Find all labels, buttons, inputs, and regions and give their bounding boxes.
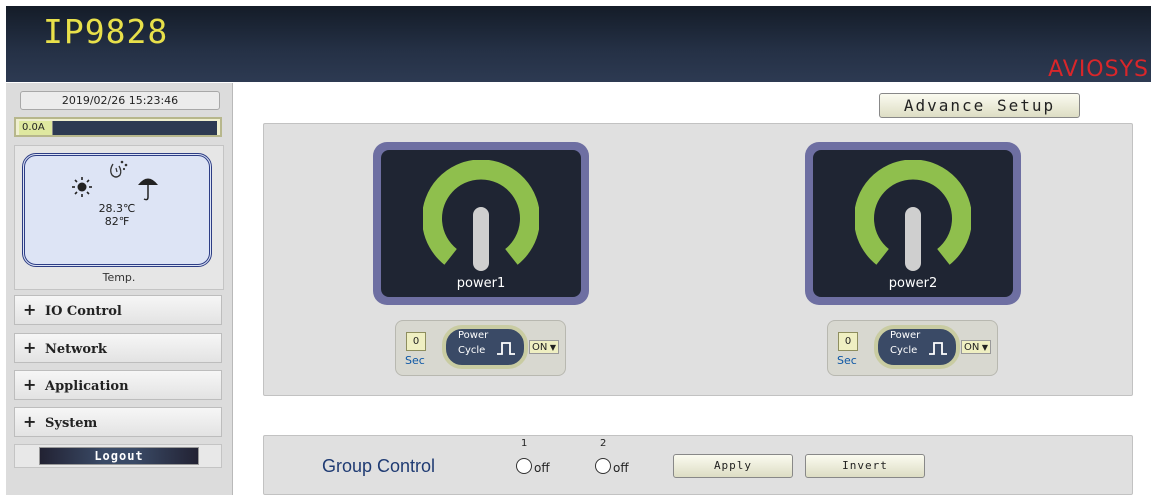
power1-cycle-button[interactable]: Power Cycle [442, 325, 528, 369]
pulse-icon [497, 342, 515, 355]
power2-toggle[interactable]: power2 [805, 142, 1021, 305]
apply-button[interactable]: Apply [673, 454, 793, 478]
group-control-panel: Group Control 1 off 2 off Apply Invert [263, 435, 1133, 495]
menu-system[interactable]: + System [14, 407, 222, 437]
seconds-label: Sec [405, 354, 425, 367]
menu-application[interactable]: + Application [14, 370, 222, 400]
power2-mode-select[interactable]: ON ▼ [961, 340, 991, 354]
power1-display: power1 [381, 150, 581, 297]
menu-label: IO Control [45, 304, 122, 319]
datetime-display: 2019/02/26 15:23:46 [20, 91, 220, 110]
cycle-label-line2: Cycle [458, 345, 486, 356]
menu-network[interactable]: + Network [14, 333, 222, 363]
logout-button[interactable]: Logout [39, 447, 199, 465]
power2-label: power2 [888, 276, 938, 291]
power-outlets-panel: power1 power2 0 Sec Power Cycle ON ▼ 0 Se… [263, 123, 1133, 396]
logout-area: Logout [14, 444, 222, 468]
vendor-logo: AVIOSYS [1048, 57, 1149, 82]
menu-io-control[interactable]: + IO Control [14, 295, 222, 325]
temperature-screen: 28.3℃ 82℉ [22, 153, 212, 267]
power2-seconds-input[interactable]: 0 [838, 332, 858, 351]
power1-cycle-controls: 0 Sec Power Cycle ON ▼ [395, 320, 566, 376]
group-item-1-radio[interactable] [516, 458, 532, 474]
invert-button[interactable]: Invert [805, 454, 925, 478]
expand-icon: + [23, 338, 37, 357]
power1-toggle[interactable]: power1 [373, 142, 589, 305]
mode-value: ON [964, 342, 980, 353]
dropdown-arrow-icon: ▼ [549, 343, 556, 352]
temperature-panel: 28.3℃ 82℉ Temp. [14, 145, 224, 290]
dropdown-arrow-icon: ▼ [981, 343, 988, 352]
menu-label: System [45, 416, 98, 431]
cycle-label-line1: Power [890, 330, 921, 341]
seconds-label: Sec [837, 354, 857, 367]
group-control-title: Group Control [322, 456, 436, 476]
temperature-celsius: 28.3℃ [98, 202, 136, 215]
humidity-icon [110, 160, 128, 178]
mode-value: ON [532, 342, 548, 353]
power1-mode-select[interactable]: ON ▼ [529, 340, 559, 354]
group-item-number: 1 [521, 438, 528, 449]
menu-label: Application [45, 379, 129, 394]
sun-icon [72, 177, 92, 197]
cycle-label-line2: Cycle [890, 345, 918, 356]
power2-cycle-button[interactable]: Power Cycle [874, 325, 960, 369]
expand-icon: + [23, 375, 37, 394]
current-value: 0.0A [22, 122, 45, 133]
expand-icon: + [23, 412, 37, 431]
group-item-2-radio[interactable] [595, 458, 611, 474]
umbrella-icon [138, 178, 158, 201]
model-name: IP9828 [43, 12, 169, 51]
cycle-label-line1: Power [458, 330, 489, 341]
expand-icon: + [23, 300, 37, 319]
power2-cycle-controls: 0 Sec Power Cycle ON ▼ [827, 320, 998, 376]
power2-display: power2 [813, 150, 1013, 297]
power1-label: power1 [456, 276, 506, 291]
power-icon [855, 160, 971, 271]
power-icon [423, 160, 539, 271]
current-meter: 0.0A [14, 117, 222, 137]
pulse-icon [929, 342, 947, 355]
group-item-state: off [613, 461, 629, 475]
group-item-state: off [534, 461, 550, 475]
temperature-label: Temp. [102, 271, 136, 284]
group-item-number: 2 [600, 438, 607, 449]
sidebar: 2019/02/26 15:23:46 0.0A 28.3℃ 82℉ Temp.… [6, 83, 233, 495]
current-bar: 0.0A [19, 121, 217, 135]
advance-setup-button[interactable]: Advance Setup [879, 93, 1080, 118]
header-bar: IP9828 AVIOSYS [6, 6, 1151, 82]
power1-seconds-input[interactable]: 0 [406, 332, 426, 351]
temperature-fahrenheit: 82℉ [104, 215, 130, 228]
menu-label: Network [45, 342, 107, 357]
